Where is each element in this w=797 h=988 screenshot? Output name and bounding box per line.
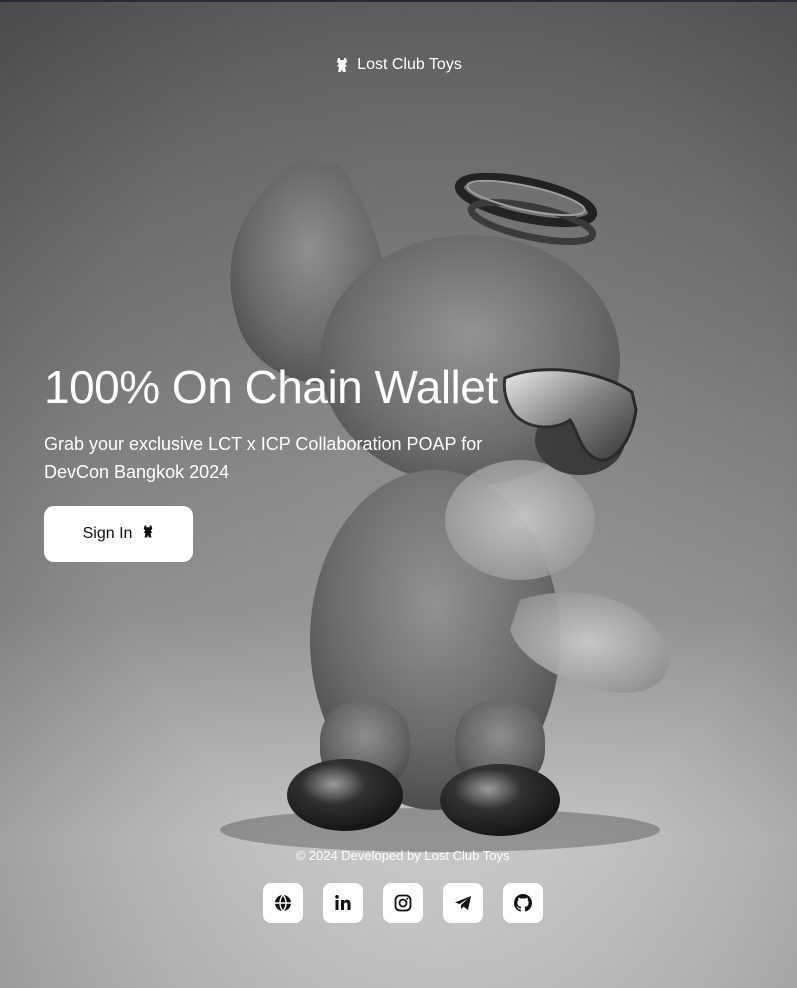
github-icon	[513, 893, 533, 913]
brand-name: Lost Club Toys	[357, 56, 462, 73]
social-link-linkedin[interactable]	[323, 883, 363, 923]
hero-subtitle: Grab your exclusive LCT x ICP Collaborat…	[44, 434, 483, 482]
social-link-telegram[interactable]	[443, 883, 483, 923]
instagram-icon	[394, 894, 412, 912]
copyright: © 2024 Developed by Lost Club Toys	[295, 848, 510, 863]
hero-title: 100% On Chain Wallet	[44, 361, 498, 413]
linkedin-icon	[334, 894, 352, 912]
social-link-website[interactable]	[263, 883, 303, 923]
sign-in-label: Sign In	[82, 525, 133, 542]
sign-in-button[interactable]: Sign In	[44, 506, 193, 562]
background-vignette	[0, 0, 797, 988]
globe-icon	[274, 894, 292, 912]
social-link-github[interactable]	[503, 883, 543, 923]
social-link-instagram[interactable]	[383, 883, 423, 923]
toy-icon	[335, 57, 349, 73]
telegram-icon	[454, 894, 472, 912]
page: Lost Club Toys 100% On Chain Wallet Grab…	[0, 0, 797, 988]
top-border	[0, 0, 797, 2]
social-links	[263, 883, 543, 923]
brand[interactable]: Lost Club Toys	[0, 52, 797, 78]
toy-icon	[142, 524, 154, 544]
